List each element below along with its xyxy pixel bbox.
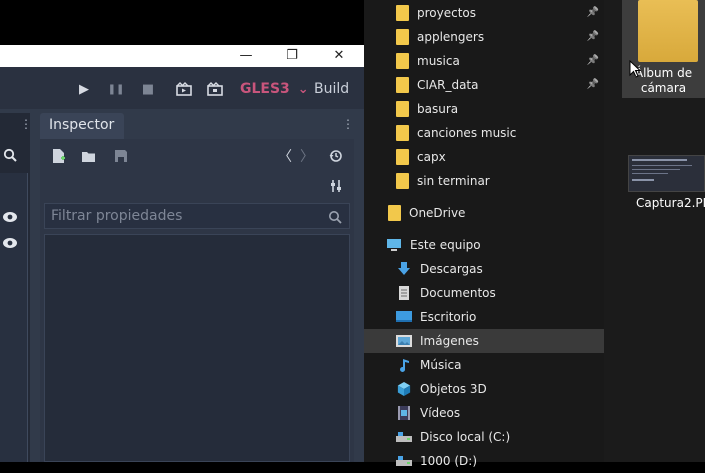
renderer-label: GLES3 (240, 81, 290, 97)
pin-icon: 📌 (586, 79, 599, 90)
new-resource-icon[interactable] (50, 147, 68, 165)
pin-icon: 📌 (586, 7, 599, 18)
nav-item-label: Disco local (C:) (420, 430, 511, 444)
visibility-eye-icon[interactable] (2, 208, 18, 227)
chevron-down-icon: ⌄ (297, 82, 309, 97)
nav-item[interactable]: Escritorio (364, 305, 604, 329)
nav-item[interactable]: Objetos 3D (364, 377, 604, 401)
pin-icon: 📌 (586, 55, 599, 66)
folder-icon (396, 101, 417, 117)
folder-icon (396, 149, 417, 165)
nav-item[interactable]: OneDrive (364, 201, 604, 225)
forward-icon[interactable]: 〉 (298, 147, 316, 165)
nav-item-label: 1000 (D:) (420, 454, 477, 468)
folder-icon (396, 125, 417, 141)
nav-item-label: musica (417, 54, 460, 68)
tab-inspector[interactable]: Inspector (40, 113, 124, 139)
restore-button[interactable]: ❐ (269, 45, 315, 67)
stop-icon[interactable]: ■ (138, 79, 158, 99)
visibility-eye-icon[interactable] (2, 234, 18, 253)
open-folder-icon[interactable] (80, 147, 98, 165)
dock-menu-icon[interactable]: ⋮ (342, 117, 354, 131)
nav-item-label: proyectos (417, 6, 477, 20)
folder-icon (638, 0, 698, 62)
nav-item[interactable]: applengers 📌 (364, 25, 604, 49)
pin-icon: 📌 (586, 31, 599, 42)
nav-item-label: Vídeos (420, 406, 461, 420)
pause-icon[interactable]: ❚❚ (106, 79, 126, 99)
nav-item-label: basura (417, 102, 459, 116)
close-button[interactable]: ✕ (316, 45, 362, 67)
folder-icon (396, 173, 417, 189)
nav-item-label: Música (420, 358, 462, 372)
nav-item[interactable]: capx (364, 145, 604, 169)
nav-item-label: CIAR_data (417, 78, 479, 92)
folder-icon (396, 53, 417, 69)
search-icon[interactable] (3, 147, 17, 166)
nav-item[interactable]: Imágenes (364, 329, 604, 353)
image-icon (396, 334, 420, 348)
document-icon (396, 286, 420, 300)
nav-item[interactable]: 1000 (D:) (364, 449, 604, 473)
nav-item[interactable]: basura (364, 97, 604, 121)
nav-item-label: Este equipo (410, 238, 481, 252)
video-icon (396, 406, 420, 420)
nav-item[interactable]: CIAR_data 📌 (364, 73, 604, 97)
filter-properties-input[interactable]: Filtrar propiedades (44, 203, 350, 229)
nav-item-label: Descargas (420, 262, 483, 276)
nav-item-label: Imágenes (420, 334, 479, 348)
build-button[interactable]: Build (314, 79, 349, 99)
nav-item[interactable]: Disco local (C:) (364, 425, 604, 449)
inspector-properties-area (44, 234, 350, 462)
onedrive-folder-icon (388, 205, 409, 221)
nav-item-label: canciones music (417, 126, 517, 140)
play-custom-scene-icon[interactable] (205, 79, 225, 99)
search-icon (328, 209, 342, 228)
drive-icon (396, 430, 420, 444)
nav-item[interactable]: musica 📌 (364, 49, 604, 73)
minimize-button[interactable]: — (223, 45, 269, 67)
play-icon[interactable]: ▶ (74, 79, 94, 99)
nav-item-label: Documentos (420, 286, 496, 300)
background-black-area (0, 0, 364, 45)
nav-item[interactable]: canciones music (364, 121, 604, 145)
play-scene-icon[interactable] (174, 79, 194, 99)
capture-file-label: Captura2.PNG (636, 196, 705, 210)
renderer-selector[interactable]: GLES3 ⌄ (240, 79, 309, 99)
save-icon[interactable] (112, 147, 130, 165)
folder-icon (396, 5, 417, 21)
cube-icon (396, 382, 420, 396)
folder-icon (396, 29, 417, 45)
nav-item-label: sin terminar (417, 174, 490, 188)
nav-item-label: Objetos 3D (420, 382, 487, 396)
nav-item-label: Escritorio (420, 310, 477, 324)
nav-item[interactable]: sin terminar (364, 169, 604, 193)
drive-icon (396, 454, 420, 468)
computer-icon (386, 238, 410, 252)
tools-icon[interactable] (327, 177, 345, 195)
folder-icon (396, 77, 417, 93)
screenshot-thumbnail[interactable] (628, 155, 705, 192)
nav-item[interactable]: Documentos (364, 281, 604, 305)
dock-menu-icon[interactable]: ⋮ (20, 117, 32, 131)
nav-item[interactable]: Vídeos (364, 401, 604, 425)
download-icon (396, 262, 420, 276)
nav-item[interactable]: Música (364, 353, 604, 377)
nav-item[interactable]: proyectos 📌 (364, 1, 604, 25)
nav-item-label: OneDrive (409, 206, 466, 220)
nav-item[interactable]: Este equipo (364, 233, 604, 257)
back-icon[interactable]: 〈 (276, 147, 294, 165)
history-icon[interactable] (327, 147, 345, 165)
nav-item-label: capx (417, 150, 446, 164)
desktop-icon (396, 310, 420, 324)
music-icon (396, 358, 420, 372)
nav-item-label: applengers (417, 30, 485, 44)
nav-item[interactable]: Descargas (364, 257, 604, 281)
